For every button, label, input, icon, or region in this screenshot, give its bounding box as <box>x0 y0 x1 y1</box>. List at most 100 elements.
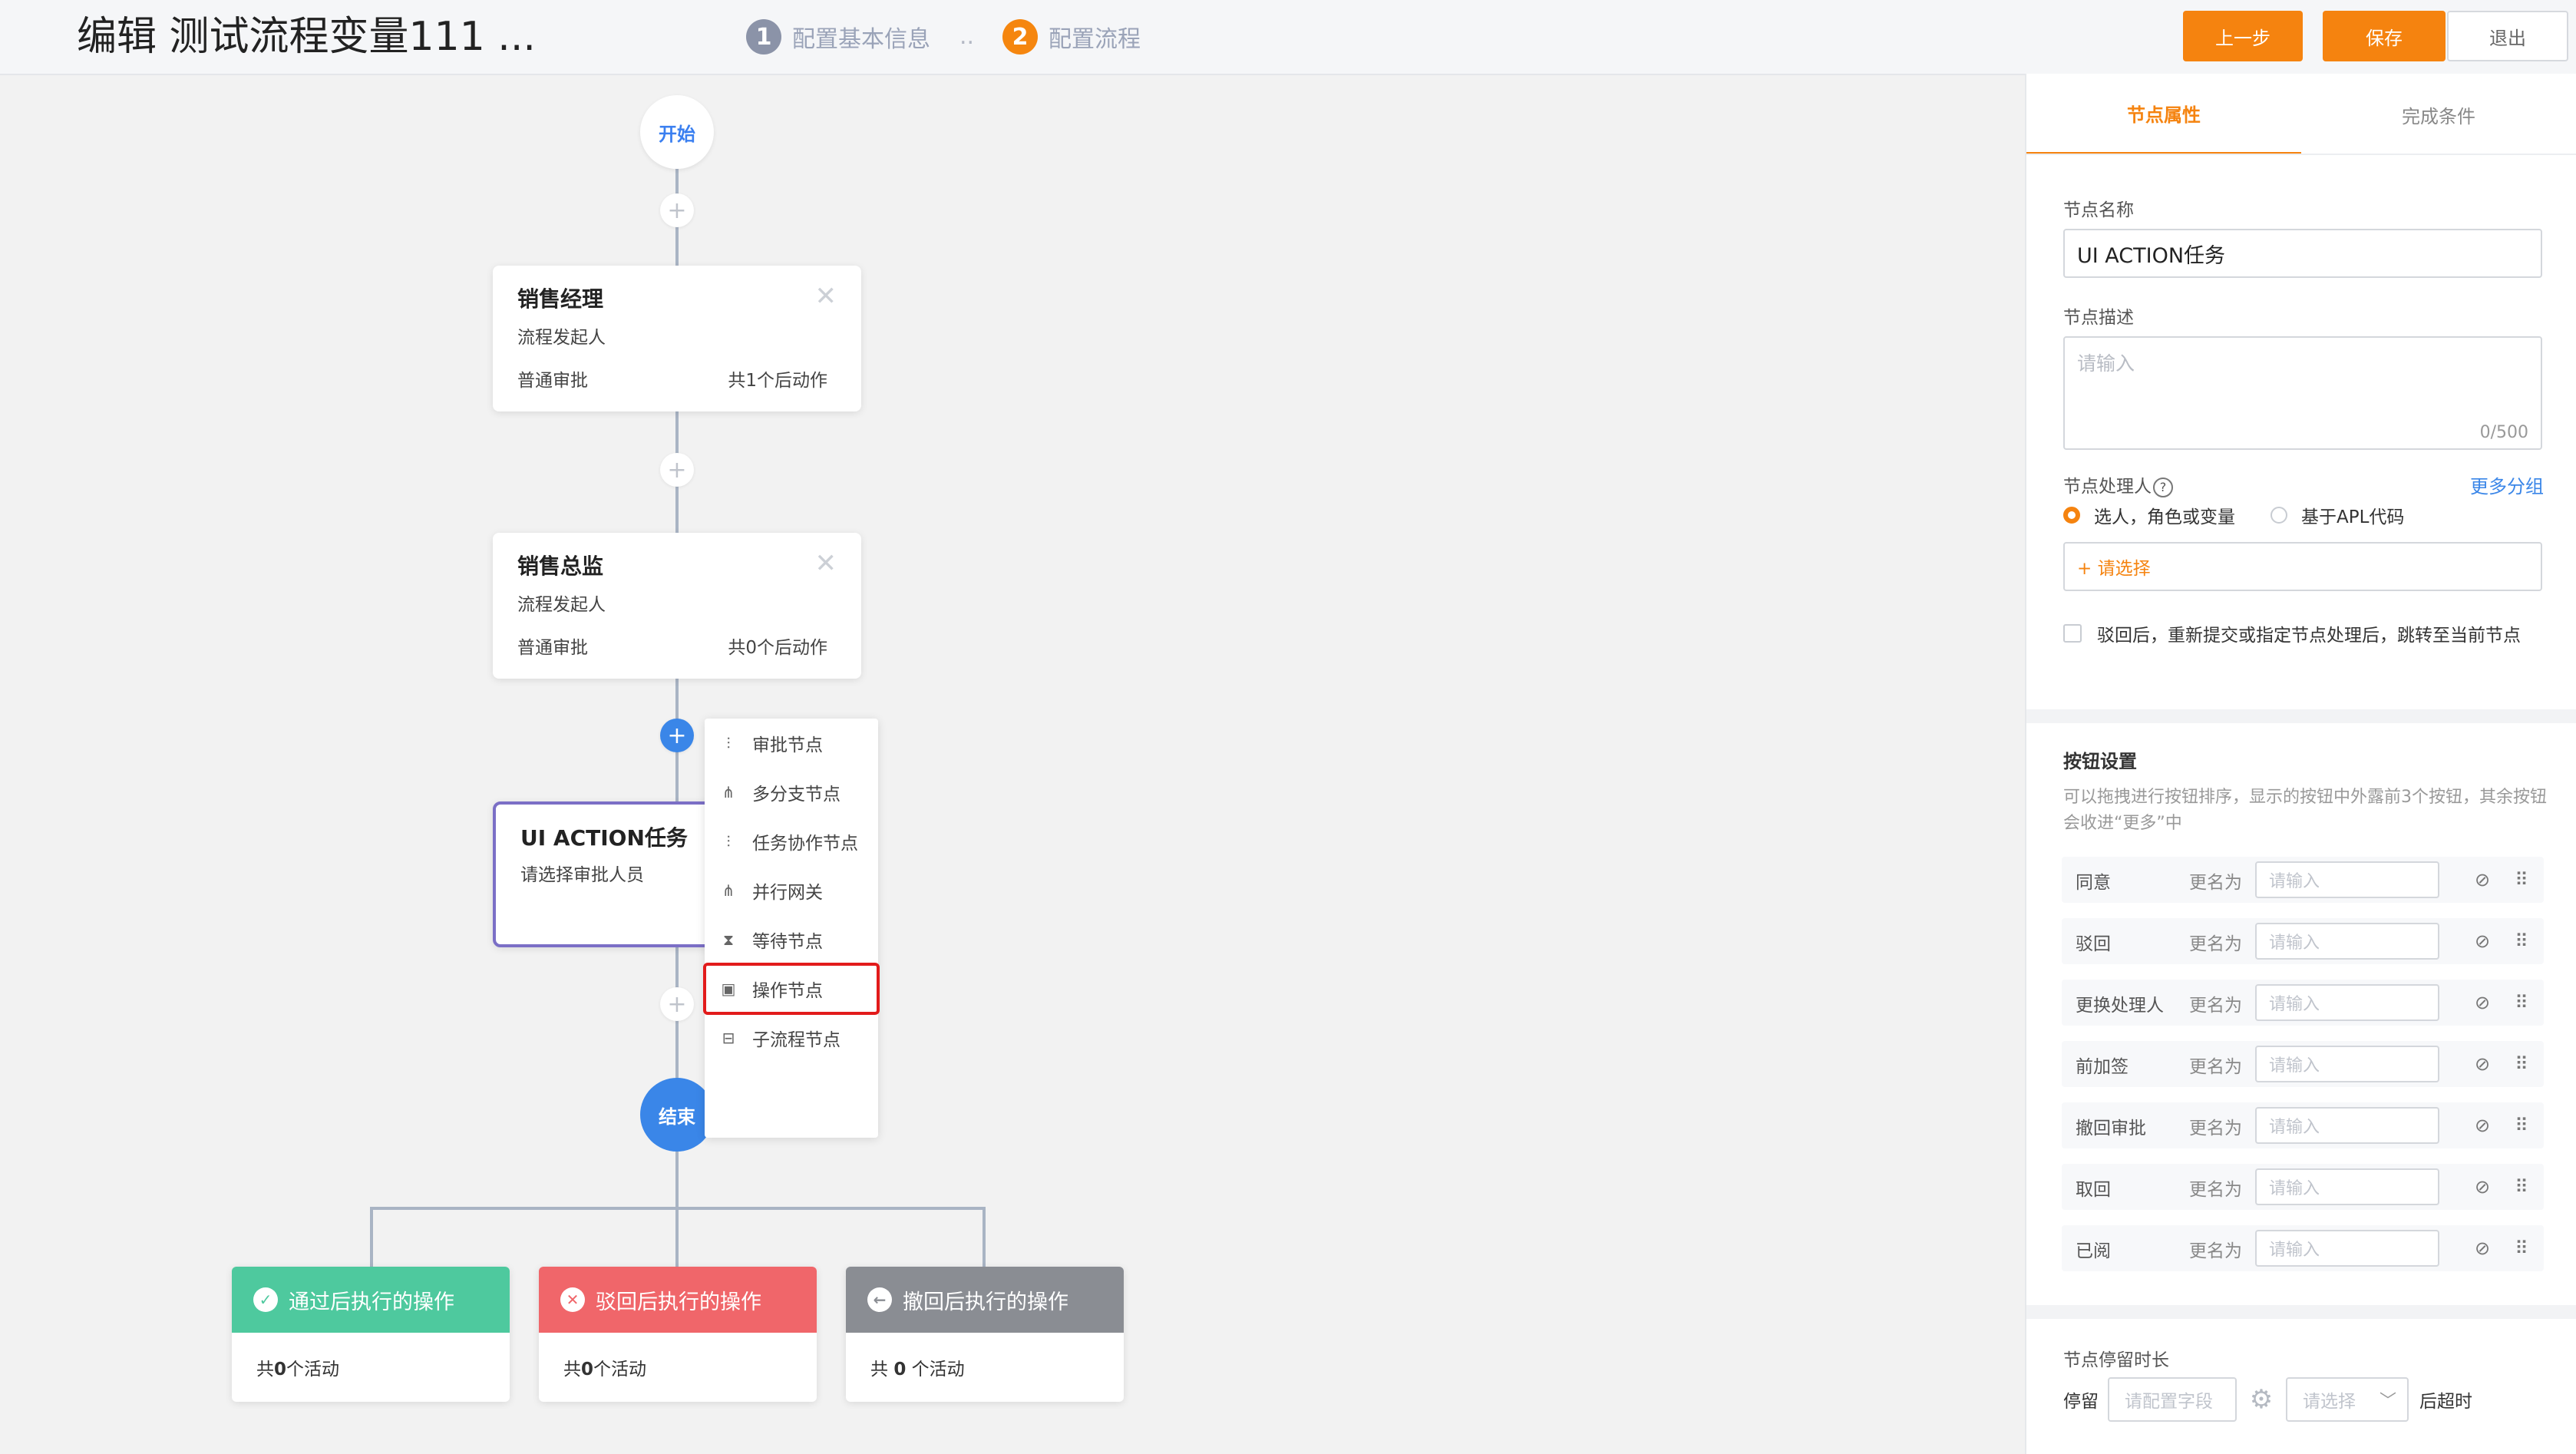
button-setting-row[interactable]: 前加签 更名为 请输入 ⊘ ⠿ <box>2062 1041 2544 1087</box>
connector <box>370 1207 373 1268</box>
start-node[interactable]: 开始 <box>640 95 714 169</box>
step-basic-info[interactable]: 1 配置基本信息 <box>746 18 930 55</box>
flow-node-card[interactable]: 销售经理 ✕ 流程发起人 普通审批 共1个后动作 <box>493 266 861 411</box>
button-name: 更换处理人 <box>2076 996 2164 1016</box>
gear-icon[interactable]: ⚙ <box>2246 1384 2277 1415</box>
eye-off-icon[interactable]: ⊘ <box>2469 1050 2496 1078</box>
drag-handle-icon[interactable]: ⠿ <box>2510 1050 2533 1078</box>
rename-input[interactable]: 请输入 <box>2255 1168 2439 1205</box>
parallel-gateway-icon: ⋔ <box>722 881 735 900</box>
radio-apl-code[interactable]: 基于APL代码 <box>2271 502 2404 528</box>
tab-complete-conditions[interactable]: 完成条件 <box>2301 74 2576 155</box>
button-setting-row[interactable]: 已阅 更名为 请输入 ⊘ ⠿ <box>2062 1225 2544 1271</box>
prev-step-button[interactable]: 上一步 <box>2183 11 2303 61</box>
node-name-label: 节点名称 <box>2063 200 2134 220</box>
button-setting-row[interactable]: 同意 更名为 请输入 ⊘ ⠿ <box>2062 857 2544 903</box>
handler-select[interactable]: + 请选择 <box>2063 542 2542 591</box>
desc-counter: 0/500 <box>2479 423 2528 442</box>
jump-back-checkbox[interactable]: 驳回后，重新提交或指定节点处理后，跳转至当前节点 <box>2063 620 2521 646</box>
radio-select-person[interactable]: 选人，角色或变量 <box>2063 502 2235 528</box>
eye-off-icon[interactable]: ⊘ <box>2469 1234 2496 1262</box>
result-card-header: ✕ 驳回后执行的操作 <box>539 1267 817 1333</box>
button-setting-row[interactable]: 取回 更名为 请输入 ⊘ ⠿ <box>2062 1164 2544 1210</box>
save-button[interactable]: 保存 <box>2323 11 2446 61</box>
desc-placeholder: 请输入 <box>2077 352 2135 375</box>
tab-node-properties[interactable]: 节点属性 <box>2026 74 2301 155</box>
drag-handle-icon[interactable]: ⠿ <box>2510 1112 2533 1139</box>
step-label: 配置流程 <box>1049 26 1141 53</box>
node-title: 销售经理 <box>517 286 604 312</box>
add-node-button-active[interactable]: + <box>660 719 694 752</box>
eye-off-icon[interactable]: ⊘ <box>2469 1173 2496 1201</box>
node-type: 普通审批 <box>517 638 588 658</box>
result-card-reject[interactable]: ✕ 驳回后执行的操作 共0个活动 <box>539 1267 817 1402</box>
result-count: 共0个活动 <box>563 1360 647 1380</box>
rename-label: 更名为 <box>2189 1119 2242 1138</box>
step-number: 2 <box>1002 19 1038 55</box>
rename-input[interactable]: 请输入 <box>2255 1230 2439 1267</box>
node-desc-textarea[interactable]: 请输入 0/500 <box>2063 336 2542 450</box>
drag-handle-icon[interactable]: ⠿ <box>2510 989 2533 1016</box>
add-node-menu: ⫶ 审批节点 ⋔ 多分支节点 ⫶ 任务协作节点 ⋔ 并行网关 ⧗ 等待节点 ▣ … <box>703 719 880 1138</box>
menu-item-action-node[interactable]: ▣ 操作节点 <box>703 963 880 1015</box>
rename-label: 更名为 <box>2189 1180 2242 1200</box>
drag-handle-icon[interactable]: ⠿ <box>2510 1173 2533 1201</box>
menu-item-multi-branch[interactable]: ⋔ 多分支节点 <box>705 768 878 817</box>
menu-item-subprocess[interactable]: ⊟ 子流程节点 <box>705 1013 878 1062</box>
menu-item-approval-node[interactable]: ⫶ 审批节点 <box>705 719 878 768</box>
menu-item-label: 子流程节点 <box>752 1030 841 1050</box>
drag-handle-icon[interactable]: ⠿ <box>2510 866 2533 894</box>
rename-input[interactable]: 请输入 <box>2255 984 2439 1021</box>
top-header: 编辑 测试流程变量111 ... 1 配置基本信息 .. 2 配置流程 上一步 … <box>0 0 2576 75</box>
rename-input[interactable]: 请输入 <box>2255 861 2439 898</box>
menu-item-label: 任务协作节点 <box>752 834 858 854</box>
button-setting-row[interactable]: 更换处理人 更名为 请输入 ⊘ ⠿ <box>2062 980 2544 1026</box>
result-title: 撤回后执行的操作 <box>903 1290 1068 1314</box>
stay-unit-select[interactable]: 请选择 ﹀ <box>2286 1377 2409 1422</box>
menu-item-wait-node[interactable]: ⧗ 等待节点 <box>705 915 878 964</box>
more-groups-link[interactable]: 更多分组 <box>2470 471 2544 498</box>
task-collab-icon: ⫶ <box>726 832 731 851</box>
result-card-approve[interactable]: ✓ 通过后执行的操作 共0个活动 <box>232 1267 510 1402</box>
close-icon[interactable]: ✕ <box>815 548 837 579</box>
stay-label: 停留 <box>2063 1392 2099 1412</box>
exit-button[interactable]: 退出 <box>2447 11 2568 61</box>
back-circle-icon: ← <box>867 1287 892 1312</box>
button-name: 取回 <box>2076 1180 2111 1200</box>
connector <box>983 1207 986 1268</box>
end-node[interactable]: 结束 <box>640 1078 714 1152</box>
eye-off-icon[interactable]: ⊘ <box>2469 1112 2496 1139</box>
menu-item-task-collab[interactable]: ⫶ 任务协作节点 <box>705 817 878 866</box>
node-name-input[interactable]: UI ACTION任务 <box>2063 229 2542 278</box>
node-subtitle: 请选择审批人员 <box>520 865 644 885</box>
rename-input[interactable]: 请输入 <box>2255 1107 2439 1144</box>
add-node-button[interactable]: + <box>660 987 694 1021</box>
stay-field-input[interactable]: 请配置字段 <box>2108 1377 2237 1422</box>
rename-input[interactable]: 请输入 <box>2255 1046 2439 1082</box>
step-number: 1 <box>746 19 781 55</box>
result-card-withdraw[interactable]: ← 撤回后执行的操作 共 0 个活动 <box>846 1267 1124 1402</box>
help-icon[interactable]: ? <box>2153 477 2173 497</box>
step-label: 配置基本信息 <box>792 26 930 53</box>
button-setting-row[interactable]: 撤回审批 更名为 请输入 ⊘ ⠿ <box>2062 1102 2544 1148</box>
rename-label: 更名为 <box>2189 996 2242 1016</box>
eye-off-icon[interactable]: ⊘ <box>2469 989 2496 1016</box>
flow-node-card[interactable]: 销售总监 ✕ 流程发起人 普通审批 共0个后动作 <box>493 533 861 679</box>
add-node-button[interactable]: + <box>660 193 694 227</box>
approval-node-icon: ⫶ <box>726 734 731 752</box>
step-config-flow[interactable]: 2 配置流程 <box>1002 18 1141 55</box>
add-node-button[interactable]: + <box>660 453 694 487</box>
checkbox-box <box>2063 624 2082 643</box>
menu-item-parallel-gateway[interactable]: ⋔ 并行网关 <box>705 866 878 915</box>
connector <box>370 1207 986 1210</box>
drag-handle-icon[interactable]: ⠿ <box>2510 927 2533 955</box>
eye-off-icon[interactable]: ⊘ <box>2469 866 2496 894</box>
button-name: 同意 <box>2076 873 2111 893</box>
button-name: 已阅 <box>2076 1241 2111 1261</box>
close-icon[interactable]: ✕ <box>815 281 837 312</box>
node-actions-count: 共1个后动作 <box>728 371 827 391</box>
drag-handle-icon[interactable]: ⠿ <box>2510 1234 2533 1262</box>
button-setting-row[interactable]: 驳回 更名为 请输入 ⊘ ⠿ <box>2062 918 2544 964</box>
eye-off-icon[interactable]: ⊘ <box>2469 927 2496 955</box>
rename-input[interactable]: 请输入 <box>2255 923 2439 960</box>
